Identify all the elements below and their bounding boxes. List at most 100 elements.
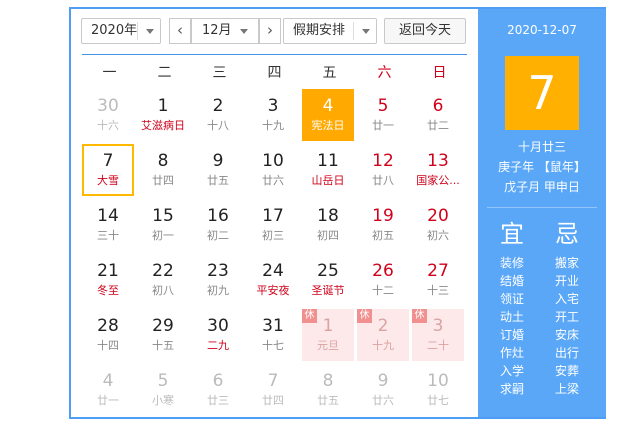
day-cell[interactable]: 14 三十	[82, 199, 134, 251]
day-lunar-label: 初三	[262, 229, 284, 242]
day-cell[interactable]: 3 二十休	[412, 309, 464, 361]
day-lunar-label: 十三	[427, 284, 449, 297]
day-cell[interactable]: 9 廿六	[357, 364, 409, 416]
ji-item: 开业	[554, 274, 579, 288]
day-cell[interactable]: 30 十六	[82, 89, 134, 141]
day-cell[interactable]: 8 廿四	[137, 144, 189, 196]
header-divider	[82, 54, 467, 55]
day-cell[interactable]: 2 十八	[192, 89, 244, 141]
day-cell[interactable]: 16 初二	[192, 199, 244, 251]
holiday-select[interactable]: 假期安排	[283, 18, 377, 44]
day-cell[interactable]: 29 十五	[137, 309, 189, 361]
selected-day-number: 7	[505, 56, 579, 130]
day-lunar-label: 初九	[207, 284, 229, 297]
day-cell[interactable]: 1 艾滋病日	[137, 89, 189, 141]
yi-item: 作灶	[499, 346, 524, 360]
month-select-value: 12月	[202, 23, 232, 38]
day-cell[interactable]: 26 十二	[357, 254, 409, 306]
day-cell[interactable]: 19 初五	[357, 199, 409, 251]
day-cell[interactable]: 25 圣诞节	[302, 254, 354, 306]
day-cell[interactable]: 1 元旦休	[302, 309, 354, 361]
day-number: 12	[372, 151, 394, 171]
day-cell[interactable]: 15 初一	[137, 199, 189, 251]
day-cell[interactable]: 23 初九	[192, 254, 244, 306]
day-cell[interactable]: 12 廿八	[357, 144, 409, 196]
day-cell[interactable]: 20 初六	[412, 199, 464, 251]
day-lunar-label: 二九	[207, 339, 229, 352]
chevron-down-icon	[240, 29, 248, 34]
day-cell[interactable]: 6 廿三	[192, 364, 244, 416]
day-cell[interactable]: 4 廿一	[82, 364, 134, 416]
day-lunar-label: 元旦	[317, 339, 339, 352]
day-number: 5	[157, 371, 169, 391]
day-cell[interactable]: 4 宪法日	[302, 89, 354, 141]
day-number: 11	[317, 151, 339, 171]
day-lunar-label: 初二	[207, 229, 229, 242]
ji-item: 出行	[554, 346, 579, 360]
weekday-label: 日	[432, 65, 447, 81]
day-number: 18	[317, 206, 339, 226]
day-cell[interactable]: 10 廿六	[247, 144, 299, 196]
weekday-label: 四	[267, 65, 282, 81]
day-cell[interactable]: 30 二九	[192, 309, 244, 361]
day-number: 26	[372, 261, 394, 281]
day-lunar-label: 廿三	[207, 394, 229, 407]
day-number: 5	[377, 96, 389, 116]
day-cell[interactable]: 28 十四	[82, 309, 134, 361]
day-cell[interactable]: 21 冬至	[82, 254, 134, 306]
back-to-today-button[interactable]: 返回今天	[384, 18, 466, 44]
yi-title: 宜	[500, 220, 524, 248]
day-lunar-label: 小寒	[152, 394, 174, 407]
yi-item: 结婚	[499, 274, 524, 288]
day-number: 4	[322, 96, 334, 116]
day-cell[interactable]: 7 大雪	[82, 144, 134, 196]
day-cell[interactable]: 17 初三	[247, 199, 299, 251]
day-cell[interactable]: 3 十九	[247, 89, 299, 141]
calendar-main: 2020年 ‹ 12月 › 假期安排 返回今天 一 二 三 四 五 六 日 30 十六 1 艾滋病…	[71, 9, 478, 417]
weekday-label: 三	[212, 65, 227, 81]
day-number: 29	[152, 316, 174, 336]
month-select[interactable]: 12月	[191, 18, 259, 44]
next-month-button[interactable]: ›	[259, 18, 281, 44]
day-lunar-label: 十四	[97, 339, 119, 352]
day-number: 3	[267, 96, 279, 116]
day-lunar-label: 初六	[427, 229, 449, 242]
day-lunar-label: 十二	[372, 284, 394, 297]
yi-item: 领证	[499, 292, 524, 306]
day-cell[interactable]: 11 山岳日	[302, 144, 354, 196]
day-lunar-label: 初一	[152, 229, 174, 242]
day-number: 20	[427, 206, 449, 226]
day-cell[interactable]: 5 廿一	[357, 89, 409, 141]
day-number: 10	[262, 151, 284, 171]
day-cell[interactable]: 9 廿五	[192, 144, 244, 196]
day-number: 1	[157, 96, 169, 116]
day-cell[interactable]: 2 十九休	[357, 309, 409, 361]
day-lunar-label: 大雪	[97, 174, 119, 187]
day-lunar-label: 山岳日	[311, 174, 345, 187]
weekday-label: 一	[102, 65, 117, 81]
day-cell[interactable]: 22 初八	[137, 254, 189, 306]
day-cell[interactable]: 31 十七	[247, 309, 299, 361]
year-select-value: 2020年	[91, 23, 138, 38]
day-number: 2	[212, 96, 224, 116]
day-lunar-label: 廿六	[372, 394, 394, 407]
day-number: 14	[97, 206, 119, 226]
day-cell[interactable]: 18 初四	[302, 199, 354, 251]
day-cell[interactable]: 6 廿二	[412, 89, 464, 141]
day-cell[interactable]: 27 十三	[412, 254, 464, 306]
day-cell[interactable]: 13 国家公...	[412, 144, 464, 196]
day-cell[interactable]: 10 廿七	[412, 364, 464, 416]
day-lunar-label: 廿六	[262, 174, 284, 187]
day-lunar-label: 十九	[262, 119, 284, 132]
day-cell[interactable]: 8 廿五	[302, 364, 354, 416]
day-lunar-label: 廿四	[152, 174, 174, 187]
day-cell[interactable]: 7 廿四	[247, 364, 299, 416]
day-cell[interactable]: 24 平安夜	[247, 254, 299, 306]
day-number: 6	[432, 96, 444, 116]
rest-day-badge: 休	[302, 309, 317, 323]
rest-day-badge: 休	[412, 309, 427, 323]
chevron-left-icon: ‹	[177, 21, 183, 39]
prev-month-button[interactable]: ‹	[169, 18, 191, 44]
year-select[interactable]: 2020年	[81, 18, 161, 44]
day-cell[interactable]: 5 小寒	[137, 364, 189, 416]
